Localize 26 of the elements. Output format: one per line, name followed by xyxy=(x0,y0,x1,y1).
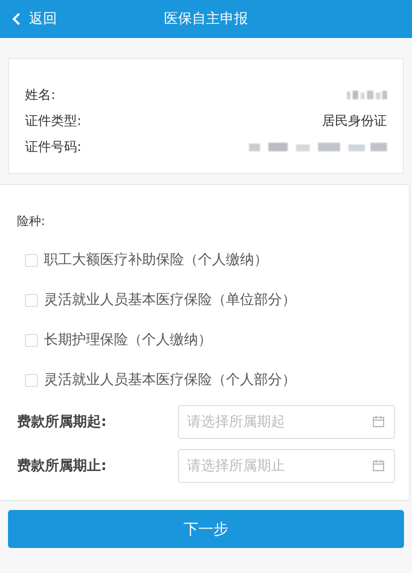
date-field[interactable]: 请选择所属期止 xyxy=(178,449,395,483)
back-icon xyxy=(12,12,21,26)
option-label: 灵活就业人员基本医疗保险（个人部分） xyxy=(44,371,296,389)
calendar-icon xyxy=(372,415,385,428)
option-label: 职工大额医疗补助保险（个人缴纳） xyxy=(44,251,268,269)
insurance-option[interactable]: 灵活就业人员基本医疗保险（单位部分） xyxy=(25,280,409,320)
calendar-icon xyxy=(372,459,385,472)
field-label: 证件号码: xyxy=(25,139,82,156)
period-label: 费款所属期起: xyxy=(17,413,108,431)
option-label: 灵活就业人员基本医疗保险（单位部分） xyxy=(44,291,296,309)
insurance-option[interactable]: 长期护理保险（个人缴纳） xyxy=(25,320,409,360)
period-label: 费款所属期止: xyxy=(17,457,108,475)
field-label: 姓名: xyxy=(25,87,56,104)
page-title: 医保自主申报 xyxy=(163,10,249,28)
insurance-label: 险种: xyxy=(17,213,46,230)
field-value: 居民身份证 xyxy=(322,113,387,130)
date-field[interactable]: 请选择所属期起 xyxy=(178,405,395,439)
field-label: 证件类型: xyxy=(25,113,82,130)
option-label: 长期护理保险（个人缴纳） xyxy=(44,331,212,349)
checkbox[interactable] xyxy=(25,294,38,306)
insurance-option[interactable]: 职工大额医疗补助保险（个人缴纳） xyxy=(25,240,409,280)
checkbox[interactable] xyxy=(25,374,38,386)
blurred-value xyxy=(347,89,387,101)
checkbox[interactable] xyxy=(25,254,38,266)
insurance-option[interactable]: 灵活就业人员基本医疗保险（个人部分） xyxy=(25,360,409,400)
checkbox[interactable] xyxy=(25,334,38,346)
